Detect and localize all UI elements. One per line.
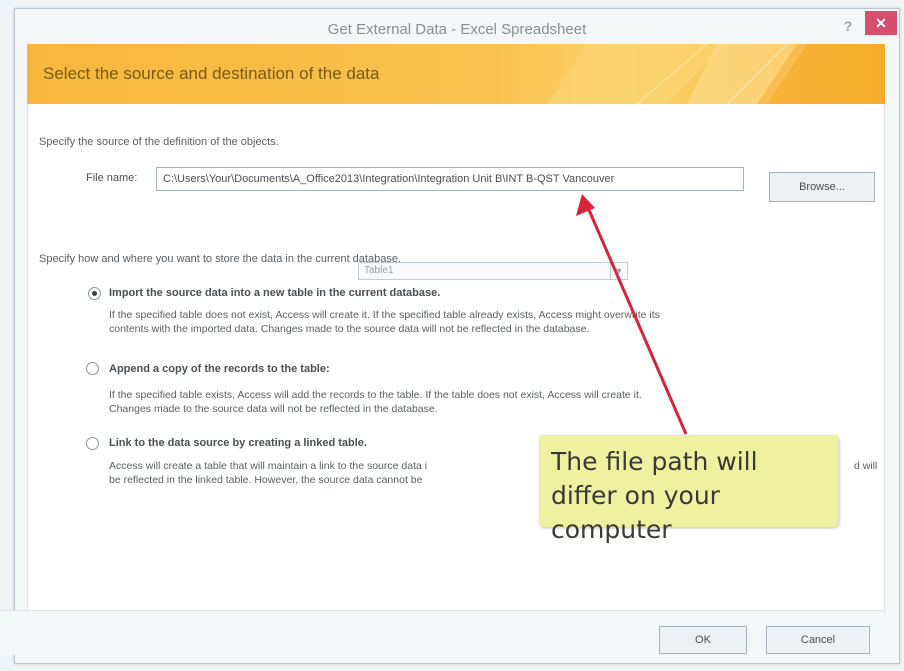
import-radio[interactable]: [88, 287, 101, 300]
help-button[interactable]: ?: [837, 15, 859, 37]
ok-button[interactable]: OK: [659, 626, 747, 654]
link-radio[interactable]: [86, 437, 99, 450]
append-radio[interactable]: [86, 362, 99, 375]
browse-button[interactable]: Browse...: [769, 172, 875, 202]
callout-text: The file path will differ on your comput…: [551, 447, 758, 544]
radio-selected-dot: [92, 291, 97, 296]
import-option-desc-1: If the specified table does not exist, A…: [109, 309, 660, 321]
dialog-title: Get External Data - Excel Spreadsheet: [327, 21, 587, 38]
import-option-desc-2: contents with the imported data. Changes…: [109, 323, 590, 335]
link-option-desc-1-tail: d will: [854, 460, 878, 472]
storage-intro: Specify how and where you want to store …: [39, 253, 402, 265]
link-option-label[interactable]: Link to the data source by creating a li…: [109, 437, 367, 449]
import-option-label[interactable]: Import the source data into a new table …: [109, 287, 440, 299]
screenshot-frame: Get External Data - Excel Spreadsheet ? …: [0, 0, 904, 671]
append-option-desc-2: Changes made to the source data will not…: [109, 403, 438, 415]
link-option-desc-2: be reflected in the linked table. Howeve…: [109, 474, 423, 486]
file-name-label: File name:: [86, 172, 138, 184]
annotation-callout: The file path will differ on your comput…: [539, 435, 838, 544]
dialog-footer: OK Cancel: [0, 610, 884, 655]
cancel-button[interactable]: Cancel: [766, 626, 870, 654]
file-name-input[interactable]: C:\Users\Your\Documents\A_Office2013\Int…: [156, 167, 744, 191]
header-banner: Select the source and destination of the…: [27, 44, 885, 104]
append-table-value: Table1: [364, 265, 394, 276]
banner-heading: Select the source and destination of the…: [43, 64, 380, 83]
link-option-desc-1: Access will create a table that will mai…: [109, 460, 428, 472]
append-option-desc-1: If the specified table exists, Access wi…: [109, 389, 642, 401]
append-table-select[interactable]: Table1 ▼: [358, 262, 628, 280]
append-option-label[interactable]: Append a copy of the records to the tabl…: [109, 363, 330, 375]
close-button[interactable]: ✕: [865, 11, 897, 35]
chevron-down-icon[interactable]: ▼: [610, 263, 627, 279]
source-intro: Specify the source of the definition of …: [39, 136, 279, 148]
